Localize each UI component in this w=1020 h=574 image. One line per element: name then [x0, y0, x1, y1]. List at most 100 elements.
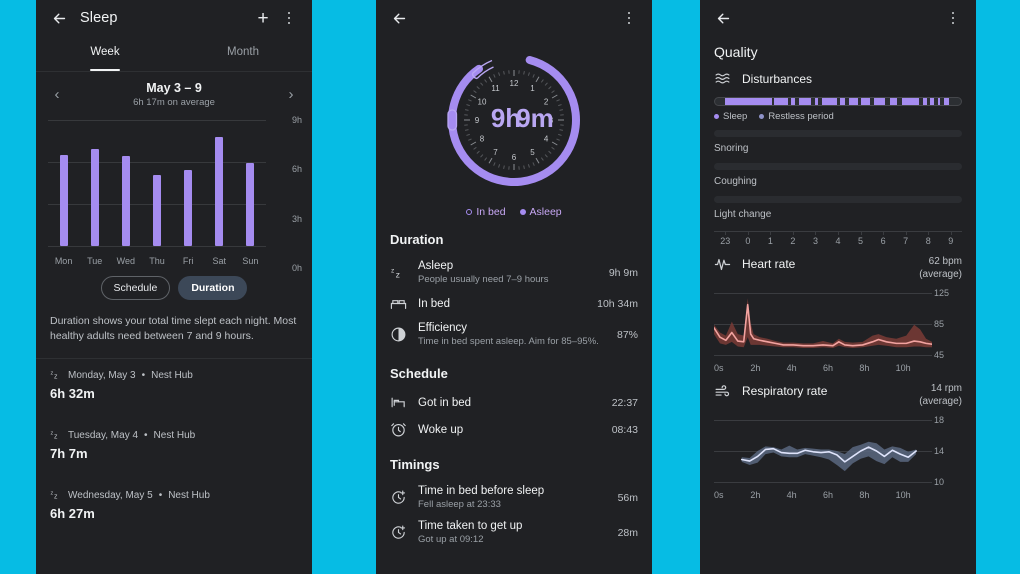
bar-column[interactable] — [173, 120, 204, 246]
night-day-label: Wednesday, May 5 — [68, 489, 153, 501]
sleep-legend-dot-icon — [714, 114, 719, 119]
sleep-segment — [861, 98, 870, 105]
dial-tick — [551, 90, 555, 94]
back-arrow-icon[interactable] — [710, 5, 736, 31]
chip-duration[interactable]: Duration — [178, 276, 248, 300]
duration-row[interactable]: z z Asleep People usually need 7–9 hours 9h … — [376, 255, 652, 290]
sleep-zzz-icon: zz — [50, 429, 62, 441]
night-duration-value: 6h 32m — [50, 386, 95, 402]
night-meta: z z Wednesday, May 5 • Nest Hub — [50, 489, 298, 501]
dial-hour-number: 1 — [530, 84, 535, 93]
timings-row[interactable]: Time taken to get up Got up at 09:12 28m — [376, 515, 652, 550]
night-duration-value: 6h 27m — [50, 506, 95, 522]
row-text-block: Got in bed — [418, 397, 601, 409]
duration-row[interactable]: Efficiency Time in bed spent asleep. Aim … — [376, 317, 652, 352]
sleep-duration-bar-chart: Mon Tue Wed Thu Fri Sat Sun 0h 3h 6h 9h — [48, 115, 302, 273]
sleep-segment — [840, 98, 846, 105]
row-label: Efficiency — [418, 322, 468, 334]
back-arrow-icon[interactable] — [46, 5, 72, 31]
timings-row[interactable]: Time in bed before sleep Fell asleep at 2… — [376, 480, 652, 515]
night-list-item[interactable]: z z Monday, May 3 • Nest Hub 6h 32m — [36, 359, 312, 405]
bar-chart-bars — [48, 120, 266, 246]
night-list: z z Monday, May 3 • Nest Hub 6h 32m z z Tuesday,… — [36, 359, 312, 539]
dial-tick — [532, 74, 535, 78]
dial-tick — [473, 90, 477, 94]
bar[interactable] — [152, 174, 161, 246]
duration-row[interactable]: In bed 10h 34m — [376, 290, 652, 317]
bar-column[interactable] — [48, 120, 79, 246]
x-axis-tick-label: 0s — [714, 363, 724, 373]
time-axis-tick: 9 — [939, 231, 962, 246]
kebab-menu-icon[interactable] — [276, 5, 302, 31]
legend-in-bed-label: In bed — [476, 206, 506, 218]
disturbances-timeline-bar[interactable] — [714, 97, 962, 106]
sleep-week-panel: Sleep + Week Month ‹ May 3 – 9 6h 17m on… — [36, 0, 312, 574]
dial-tick — [466, 104, 470, 107]
x-axis-tick-label: Sun — [242, 256, 259, 266]
bar-chart-x-labels: Mon Tue Wed Thu Fri Sat Sun — [48, 256, 266, 266]
night-day-label: Monday, May 3 — [68, 369, 136, 381]
dial-tick — [548, 150, 552, 154]
bar-column[interactable] — [79, 120, 110, 246]
heart-rate-label: Heart rate — [742, 257, 796, 271]
dial-tick — [559, 129, 564, 131]
row-sublabel: Got up at 09:12 — [418, 534, 484, 545]
event-track-label: Light change — [714, 209, 772, 220]
chevron-right-icon[interactable]: › — [282, 86, 300, 103]
x-axis-tick-label: 10h — [895, 490, 911, 500]
plus-icon[interactable]: + — [250, 5, 276, 31]
dial-tick — [527, 164, 530, 168]
chevron-left-icon[interactable]: ‹ — [48, 86, 66, 103]
time-axis-tick: 0 — [737, 231, 760, 246]
chip-schedule[interactable]: Schedule — [100, 276, 171, 300]
quality-topbar — [700, 0, 976, 36]
bar[interactable] — [246, 162, 255, 246]
tab-month[interactable]: Month — [174, 36, 312, 68]
row-label: In bed — [418, 297, 450, 310]
sleep-clock-dial: 12 1 2 3 4 5 6 7 8 9 10 11 9h 9m In bed Asleep — [376, 36, 652, 218]
x-axis-tick-label: 0s — [714, 490, 724, 500]
svg-text:z: z — [51, 371, 54, 377]
legend-sleep-label: Sleep — [723, 111, 748, 122]
bar-column[interactable] — [204, 120, 235, 246]
night-day-label: Tuesday, May 4 — [68, 429, 139, 441]
back-arrow-icon[interactable] — [386, 5, 412, 31]
bar[interactable] — [59, 154, 68, 246]
sleep-segment — [873, 98, 885, 105]
row-value: 22:37 — [611, 396, 638, 409]
bar-column[interactable] — [235, 120, 266, 246]
y-axis-tick-label: 85 — [934, 319, 945, 329]
night-list-item[interactable]: z z Tuesday, May 4 • Nest Hub 7h 7m — [36, 419, 312, 465]
kebab-menu-icon[interactable] — [940, 5, 966, 31]
bar-column[interactable] — [141, 120, 172, 246]
dial-tick — [493, 162, 496, 166]
bar[interactable] — [184, 170, 193, 246]
schedule-row[interactable]: Woke up 08:43 — [376, 416, 652, 443]
sleep-segment — [937, 98, 941, 105]
legend-in-bed: In bed — [466, 206, 506, 218]
kebab-menu-icon[interactable] — [616, 5, 642, 31]
night-list-item[interactable]: z z Wednesday, May 5 • Nest Hub 6h 27m — [36, 479, 312, 525]
bar[interactable] — [121, 155, 130, 246]
row-text-block: In bed — [418, 298, 586, 310]
metric-toggle-group: Schedule Duration — [36, 276, 312, 300]
svg-text:z: z — [54, 374, 58, 381]
x-axis-tick-label: Mon — [54, 256, 73, 266]
efficiency-pie-icon — [390, 326, 407, 343]
schedule-row[interactable]: Got in bed 22:37 — [376, 389, 652, 416]
dial-hour-number: 9 — [475, 116, 480, 125]
tab-week[interactable]: Week — [36, 36, 174, 68]
dial-hour-number: 4 — [544, 135, 549, 144]
bar[interactable] — [90, 149, 99, 246]
screenshot-stage: Sleep + Week Month ‹ May 3 – 9 6h 17m on… — [0, 0, 1020, 574]
bar-column[interactable] — [110, 120, 141, 246]
respiratory-rate-header: Respiratory rate 14 rpm (average) — [700, 373, 976, 410]
row-sublabel: People usually need 7–9 hours — [418, 274, 549, 285]
time-axis-tick: 5 — [849, 231, 872, 246]
disturbances-legend: Sleep Restless period — [700, 106, 976, 130]
night-separator: • — [144, 429, 148, 441]
y-axis-tick-label: 3h — [291, 213, 302, 224]
disturbances-time-axis: 23 0 1 2 3 4 5 6 7 8 9 — [714, 231, 962, 246]
bar[interactable] — [215, 136, 224, 246]
dial-tick — [548, 86, 552, 90]
